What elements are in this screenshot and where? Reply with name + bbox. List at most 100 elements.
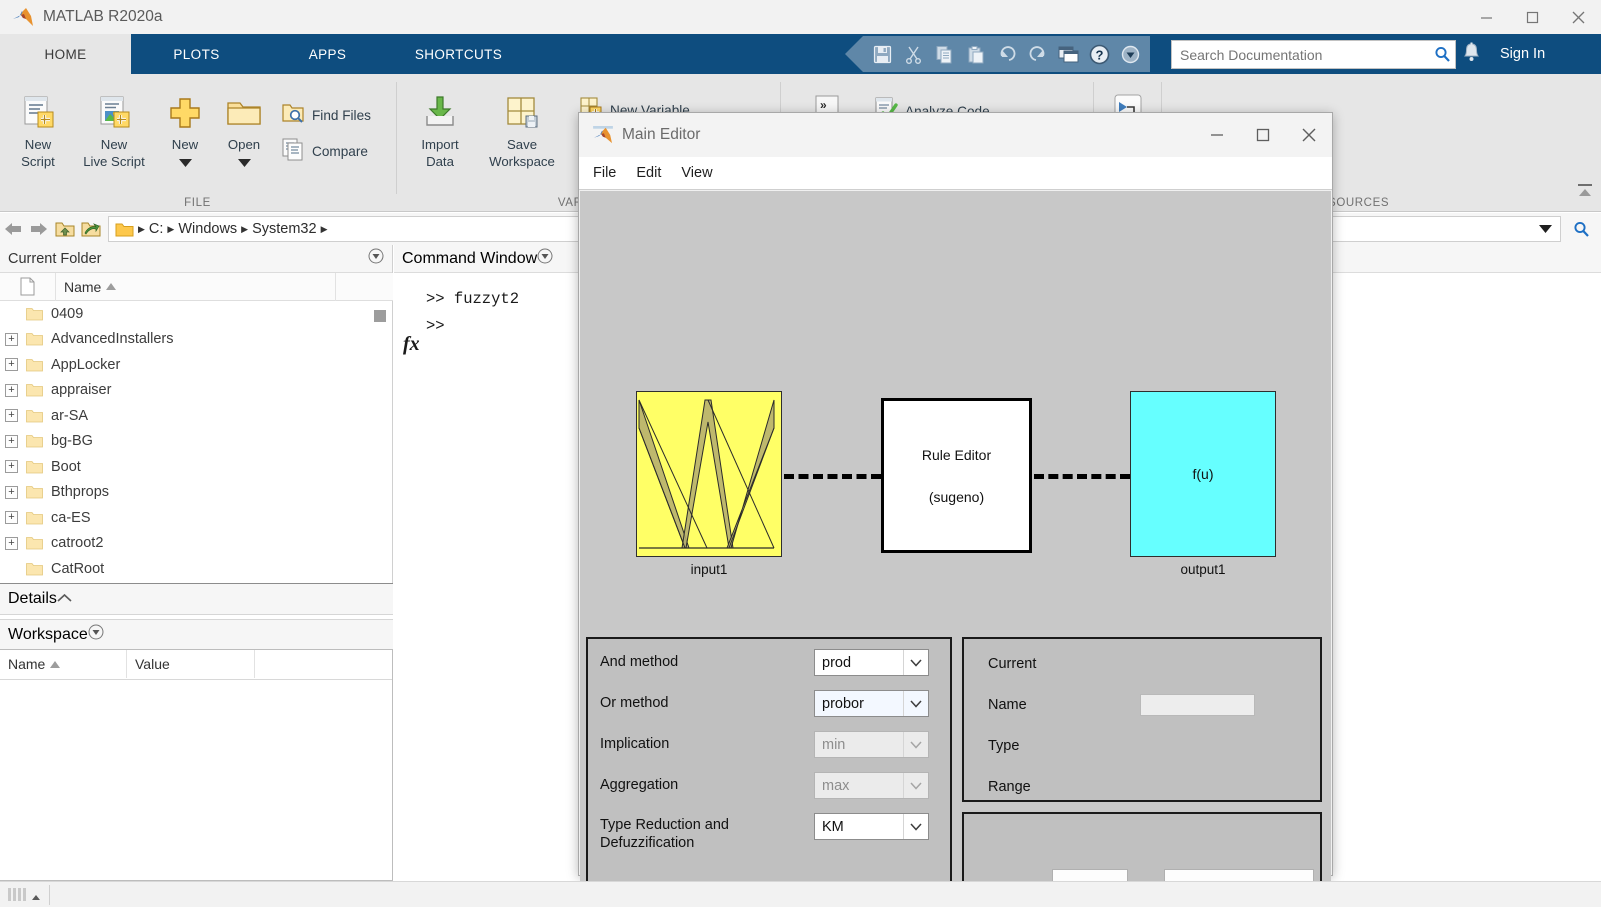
fis-rule-block[interactable]: Rule Editor (sugeno) — [881, 398, 1032, 553]
ribbon-collapse-icon[interactable] — [1575, 182, 1595, 205]
folder-icon — [26, 511, 43, 525]
column-name[interactable]: Name — [56, 272, 336, 301]
dialog-titlebar[interactable]: Main Editor — [579, 113, 1332, 157]
breadcrumb-drive[interactable]: C: — [149, 221, 164, 237]
current-name-label: Name — [988, 697, 1027, 713]
svg-text:»: » — [820, 98, 827, 112]
search-documentation[interactable] — [1171, 40, 1456, 69]
search-icon[interactable] — [1429, 46, 1455, 63]
file-name: CatRoot — [51, 560, 105, 577]
fis-input-block[interactable] — [636, 391, 782, 557]
breadcrumb-windows[interactable]: Windows — [178, 221, 237, 237]
find-files-button[interactable]: Find Files — [281, 101, 371, 130]
table-row[interactable]: + AdvancedInstallers — [0, 327, 393, 353]
current-folder-scrollbar-thumb[interactable] — [374, 310, 386, 322]
fis-diagram-canvas[interactable]: input1 Rule Editor (sugeno) f(u) output1 — [580, 191, 1331, 631]
dialog-maximize-icon[interactable] — [1240, 113, 1286, 157]
cut-icon[interactable] — [900, 41, 927, 68]
table-row[interactable]: + AppLocker — [0, 352, 393, 378]
workspace-column-extra[interactable] — [255, 650, 391, 678]
chevron-down-icon[interactable] — [903, 650, 928, 675]
table-row[interactable]: + Bthprops — [0, 480, 393, 506]
status-grip-icon[interactable] — [8, 888, 41, 901]
table-row[interactable]: 0409 — [0, 301, 393, 327]
qat-dropdown-icon[interactable] — [1117, 41, 1144, 68]
tab-apps[interactable]: APPS — [262, 34, 393, 74]
new-script-button[interactable]: New Script — [5, 82, 71, 170]
undo-icon[interactable] — [993, 41, 1020, 68]
tab-plots[interactable]: PLOTS — [131, 34, 262, 74]
expand-icon[interactable]: + — [5, 536, 18, 550]
current-folder-file-list[interactable]: 0409 + AdvancedInstallers + AppLocker + apprai… — [0, 301, 393, 583]
table-row[interactable]: + ar-SA — [0, 403, 393, 429]
search-icon[interactable] — [1561, 221, 1601, 238]
chevron-down-icon[interactable] — [903, 814, 928, 839]
folder-icon — [26, 434, 43, 448]
breadcrumb-system32[interactable]: System32 — [252, 221, 316, 237]
back-arrow-icon[interactable] — [0, 216, 26, 242]
workspace-table[interactable]: Name Value — [0, 649, 393, 881]
minimize-icon[interactable] — [1463, 0, 1509, 34]
table-row[interactable]: + Boot — [0, 454, 393, 480]
tab-shortcuts[interactable]: SHORTCUTS — [393, 34, 524, 74]
current-name-field[interactable] — [1140, 694, 1255, 716]
maximize-icon[interactable] — [1509, 0, 1555, 34]
paste-icon[interactable] — [962, 41, 989, 68]
expand-icon[interactable]: + — [5, 358, 18, 372]
redo-icon[interactable] — [1024, 41, 1051, 68]
table-row[interactable]: + appraiser — [0, 378, 393, 404]
open-button[interactable]: Open — [214, 82, 274, 172]
forward-arrow-icon[interactable] — [26, 216, 52, 242]
compare-button[interactable]: Compare — [281, 137, 368, 166]
new-live-script-button[interactable]: New Live Script — [75, 82, 153, 170]
menu-file[interactable]: File — [593, 165, 616, 181]
dialog-close-icon[interactable] — [1286, 113, 1332, 157]
table-row[interactable]: + catroot2 — [0, 531, 393, 557]
expand-icon[interactable]: + — [5, 485, 18, 499]
table-row[interactable]: + bg-BG — [0, 429, 393, 455]
import-data-button[interactable]: Import Data — [407, 82, 473, 170]
or-method-select[interactable]: probor — [814, 690, 929, 717]
tab-home[interactable]: HOME — [0, 34, 131, 74]
column-icon[interactable] — [0, 272, 56, 301]
help-icon[interactable]: ? — [1086, 41, 1113, 68]
chevron-down-icon[interactable] — [237, 154, 251, 172]
search-input[interactable] — [1172, 46, 1429, 63]
menu-edit[interactable]: Edit — [636, 165, 661, 181]
panel-dropdown-icon[interactable] — [537, 248, 553, 269]
expand-icon[interactable]: + — [5, 383, 18, 397]
and-method-select[interactable]: prod — [814, 649, 929, 676]
expand-icon[interactable]: + — [5, 434, 18, 448]
expand-icon[interactable]: + — [5, 511, 18, 525]
menu-view[interactable]: View — [681, 165, 712, 181]
save-workspace-button[interactable]: Save Workspace — [479, 82, 565, 170]
chevron-down-icon[interactable] — [1539, 220, 1552, 238]
workspace-panel-header: Workspace — [0, 619, 393, 649]
chevron-down-icon[interactable] — [903, 691, 928, 716]
chevron-down-icon[interactable] — [178, 154, 192, 172]
bell-icon[interactable] — [1462, 42, 1481, 68]
workspace-column-value[interactable]: Value — [127, 650, 255, 678]
sign-in-link[interactable]: Sign In — [1500, 46, 1545, 62]
fx-icon[interactable]: fx — [403, 333, 420, 356]
switch-window-icon[interactable] — [1055, 41, 1082, 68]
table-row[interactable]: + ca-ES — [0, 505, 393, 531]
type-reduction-select[interactable]: KM — [814, 813, 929, 840]
new-button[interactable]: New — [157, 82, 213, 172]
fis-output-block[interactable]: f(u) — [1130, 391, 1276, 557]
expand-icon[interactable]: + — [5, 332, 18, 346]
expand-icon[interactable]: + — [5, 460, 18, 474]
dialog-minimize-icon[interactable] — [1194, 113, 1240, 157]
table-row[interactable]: CatRoot — [0, 556, 393, 582]
save-icon[interactable] — [869, 41, 896, 68]
up-folder-icon[interactable] — [52, 216, 78, 242]
close-icon[interactable] — [1555, 0, 1601, 34]
panel-dropdown-icon[interactable] — [368, 248, 384, 269]
expand-icon[interactable]: + — [5, 409, 18, 423]
details-panel-header[interactable]: Details — [0, 583, 393, 615]
chevron-up-icon[interactable] — [57, 590, 72, 608]
copy-icon[interactable] — [931, 41, 958, 68]
workspace-column-name[interactable]: Name — [0, 650, 127, 678]
browse-folder-icon[interactable] — [78, 216, 104, 242]
panel-dropdown-icon[interactable] — [88, 624, 104, 645]
